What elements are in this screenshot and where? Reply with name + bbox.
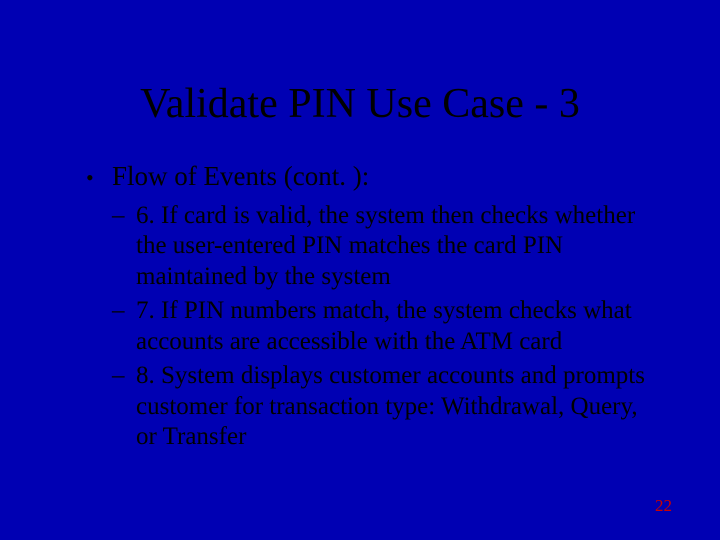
list-item-text: 8. System displays customer accounts and…: [136, 361, 646, 453]
page-number: 22: [655, 496, 672, 516]
dash-icon: –: [112, 361, 136, 392]
slide-title: Validate PIN Use Case - 3: [0, 80, 720, 128]
list-item: • Flow of Events (cont. ):: [86, 160, 646, 193]
dash-icon: –: [112, 201, 136, 232]
list-item: – 7. If PIN numbers match, the system ch…: [112, 296, 646, 357]
list-item: – 6. If card is valid, the system then c…: [112, 201, 646, 293]
dash-icon: –: [112, 296, 136, 327]
list-item: – 8. System displays customer accounts a…: [112, 361, 646, 453]
slide: Validate PIN Use Case - 3 • Flow of Even…: [0, 0, 720, 540]
bullet-icon: •: [86, 165, 112, 192]
list-item-text: Flow of Events (cont. ):: [112, 160, 646, 193]
list-item-text: 7. If PIN numbers match, the system chec…: [136, 296, 646, 357]
slide-body: • Flow of Events (cont. ): – 6. If card …: [86, 160, 646, 457]
list-item-text: 6. If card is valid, the system then che…: [136, 201, 646, 293]
